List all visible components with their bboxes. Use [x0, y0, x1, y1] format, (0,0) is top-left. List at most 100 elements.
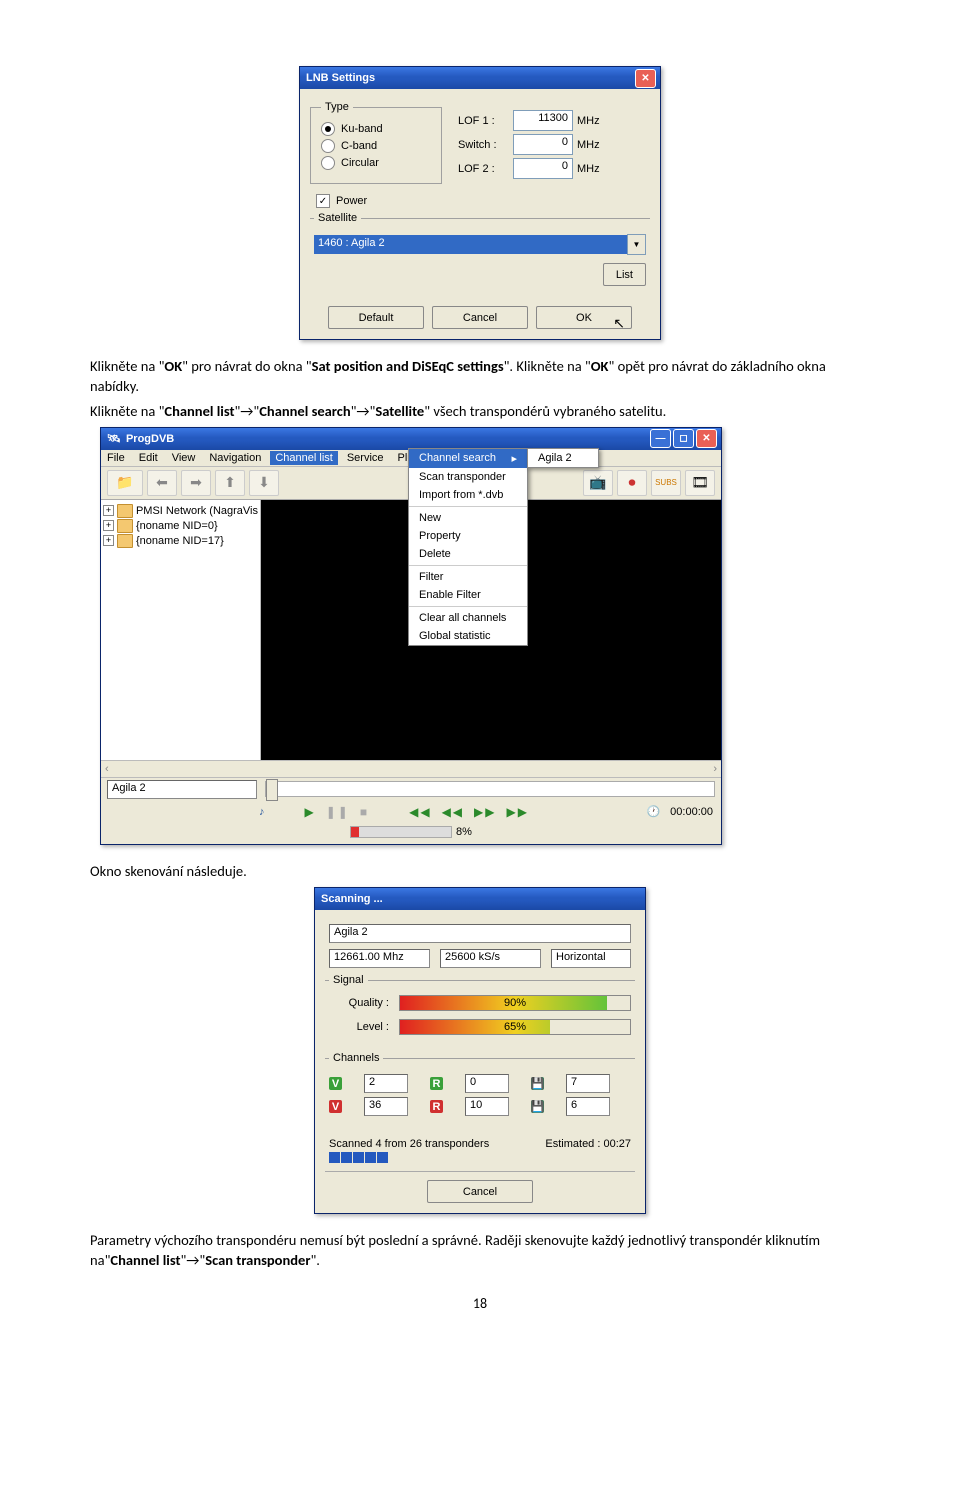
level-label: Level :: [329, 1021, 389, 1033]
lof2-input[interactable]: 0: [513, 158, 573, 179]
menu-item-new[interactable]: New: [409, 509, 527, 527]
forward-button[interactable]: ▶▶: [474, 805, 496, 819]
arrow-right-icon[interactable]: ➡: [181, 470, 211, 496]
arrow-left-icon[interactable]: ⬅: [147, 470, 177, 496]
list-button[interactable]: List: [603, 263, 646, 286]
scan-satellite: Agila 2: [329, 924, 631, 943]
menu-file[interactable]: File: [107, 452, 125, 464]
power-checkbox[interactable]: ✓Power: [316, 194, 650, 208]
channel-tree[interactable]: +PMSI Network (NagraVis +{noname NID=0} …: [101, 500, 261, 760]
scrollbar-horizontal[interactable]: ‹›: [101, 760, 721, 777]
expand-icon[interactable]: +: [103, 505, 114, 516]
menu-item-enable-filter[interactable]: Enable Filter: [409, 586, 527, 604]
video-enc-count: 36: [364, 1097, 408, 1116]
radio-enc-count: 10: [465, 1097, 509, 1116]
radio-c-band[interactable]: C-band: [321, 139, 431, 153]
cancel-button[interactable]: Cancel: [427, 1180, 533, 1203]
menu-item-scan-transponder[interactable]: Scan transponder: [409, 468, 527, 486]
scanning-titlebar[interactable]: Scanning ...: [315, 888, 645, 910]
lnb-titlebar[interactable]: LNB Settings ✕: [300, 67, 660, 89]
video-enc-icon: V: [329, 1100, 342, 1113]
menu-item-filter[interactable]: Filter: [409, 568, 527, 586]
tv-icon[interactable]: 📺: [583, 470, 613, 496]
data-ok-count: 7: [566, 1074, 610, 1093]
maximize-icon[interactable]: ◻: [673, 429, 694, 448]
close-icon[interactable]: ✕: [696, 429, 717, 448]
satellite-select[interactable]: 1460 : Agila 2 ▼: [314, 234, 646, 255]
estimated-text: Estimated : 00:27: [545, 1138, 631, 1150]
data-enc-count: 6: [566, 1097, 610, 1116]
lof1-input[interactable]: 11300: [513, 110, 573, 131]
minimize-icon[interactable]: —: [650, 429, 671, 448]
next-track-button[interactable]: ▶▶: [507, 805, 529, 819]
scan-frequency: 12661.00 Mhz: [329, 949, 430, 968]
clock-icon: 🕐: [646, 805, 660, 818]
folder-icon: [117, 519, 133, 533]
paragraph-1: Klikněte na "OK" pro návrat do okna "Sat…: [90, 356, 870, 397]
menu-channel-list[interactable]: Channel list: [270, 451, 337, 465]
progdvb-window: 🛰 ProgDVB — ◻ ✕ File Edit View Navigatio…: [100, 427, 722, 845]
lof2-label: LOF 2 :: [458, 163, 513, 175]
pause-button[interactable]: ❚❚: [326, 805, 350, 819]
menu-item-channel-search[interactable]: Channel search▸: [409, 449, 527, 468]
cancel-button[interactable]: Cancel: [432, 306, 528, 329]
scanned-text: Scanned 4 from 26 transponders: [329, 1138, 489, 1150]
folder-icon: [117, 534, 133, 548]
expand-icon[interactable]: +: [103, 520, 114, 531]
folder-icon[interactable]: 📁: [107, 470, 143, 496]
note-icon[interactable]: ♪: [259, 806, 265, 818]
switch-label: Switch :: [458, 139, 513, 151]
menu-item-import[interactable]: Import from *.dvb: [409, 486, 527, 504]
channels-group: Channels V2 R0 💾7 V36 R10 💾6: [325, 1052, 635, 1130]
default-button[interactable]: Default: [328, 306, 424, 329]
menu-navigation[interactable]: Navigation: [209, 452, 261, 464]
tree-row[interactable]: +PMSI Network (NagraVis: [103, 504, 258, 518]
status-satellite: Agila 2: [107, 780, 257, 799]
arrow-up-icon[interactable]: ⬆: [215, 470, 245, 496]
menu-item-clear-all[interactable]: Clear all channels: [409, 609, 527, 627]
signal-legend: Signal: [329, 974, 368, 986]
close-icon[interactable]: ✕: [635, 69, 656, 88]
expand-icon[interactable]: +: [103, 535, 114, 546]
radio-circular[interactable]: Circular: [321, 156, 431, 170]
arrow-down-icon[interactable]: ⬇: [249, 470, 279, 496]
menu-edit[interactable]: Edit: [139, 452, 158, 464]
menu-view[interactable]: View: [172, 452, 196, 464]
lnb-title: LNB Settings: [306, 72, 375, 84]
menu-item-delete[interactable]: Delete: [409, 545, 527, 563]
menu-service[interactable]: Service: [347, 452, 384, 464]
quality-bar: 90%: [399, 995, 631, 1011]
menu-item-global-stat[interactable]: Global statistic: [409, 627, 527, 645]
video-ok-icon: V: [329, 1077, 342, 1090]
subs-icon[interactable]: SUBS: [651, 470, 681, 496]
lnb-settings-dialog: LNB Settings ✕ Type Ku-band C-band Circu…: [299, 66, 661, 340]
progdvb-titlebar[interactable]: 🛰 ProgDVB — ◻ ✕: [101, 428, 721, 450]
menu-item-property[interactable]: Property: [409, 527, 527, 545]
chevron-down-icon[interactable]: ▼: [627, 234, 646, 255]
video-icon[interactable]: 🎞: [685, 470, 715, 496]
tree-row[interactable]: +{noname NID=17}: [103, 534, 258, 548]
data-enc-icon: 💾: [531, 1100, 544, 1113]
video-ok-count: 2: [364, 1074, 408, 1093]
switch-input[interactable]: 0: [513, 134, 573, 155]
channel-search-submenu: Agila 2: [527, 448, 599, 468]
submenu-item-agila2[interactable]: Agila 2: [528, 449, 598, 467]
ok-button[interactable]: OK↖: [536, 306, 632, 329]
progdvb-title: ProgDVB: [126, 433, 174, 445]
rewind-button[interactable]: ◀◀: [442, 805, 464, 819]
radio-ku-band[interactable]: Ku-band: [321, 122, 431, 136]
stop-button[interactable]: ■: [360, 805, 369, 819]
mhz-label: MHz: [577, 115, 600, 127]
satellite-legend: Satellite: [314, 212, 361, 224]
radio-ok-count: 0: [465, 1074, 509, 1093]
seek-slider[interactable]: [265, 781, 715, 797]
tree-row[interactable]: +{noname NID=0}: [103, 519, 258, 533]
paragraph-3: Okno skenování následuje.: [90, 861, 870, 881]
app-icon: 🛰: [107, 432, 121, 445]
prev-track-button[interactable]: ◀◀: [409, 805, 431, 819]
record-icon[interactable]: ⏺: [617, 470, 647, 496]
signal-group: Signal Quality : 90% Level : 65%: [325, 974, 635, 1048]
paragraph-2: Klikněte na "Channel list"→"Channel sear…: [90, 401, 870, 421]
scanning-dialog: Scanning ... Agila 2 12661.00 Mhz 25600 …: [314, 887, 646, 1214]
play-button[interactable]: ▶: [305, 805, 316, 819]
